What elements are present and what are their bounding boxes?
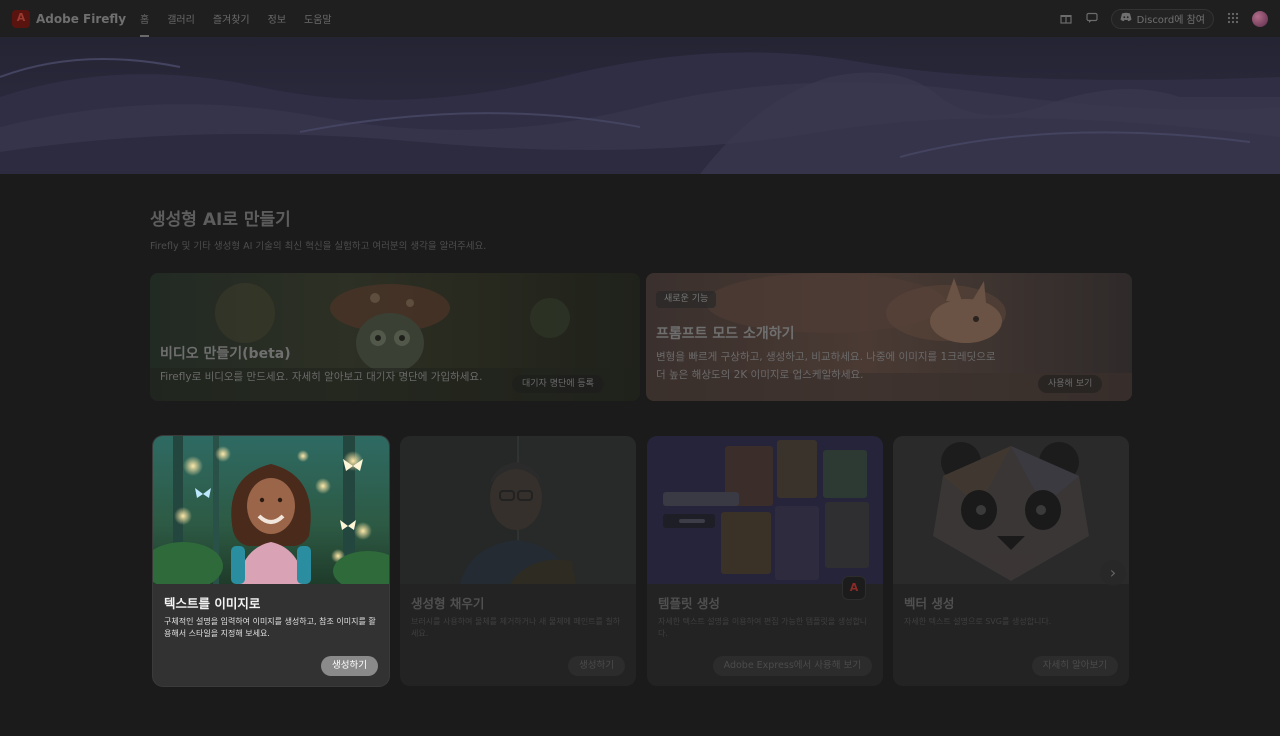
promo-video-waitlist-button[interactable]: 대기자 명단에 등록 xyxy=(512,375,604,393)
feedback-icon[interactable] xyxy=(1085,12,1099,26)
feature-card-text-to-image[interactable]: 텍스트를 이미지로 구체적인 설명을 입력하여 이미지를 생성하고, 참조 이미… xyxy=(153,436,389,686)
card-description: 자세한 텍스트 설명으로 SVG를 생성합니다. xyxy=(904,617,1052,626)
generate-button[interactable]: 생성하기 xyxy=(321,656,378,676)
feature-card-template[interactable]: 템플릿 생성 자세한 텍스트 설명을 이용하여 편집 가능한 템플릿을 생성합니… xyxy=(647,436,883,686)
feature-card-generative-fill[interactable]: 생성형 채우기 브러시를 사용하여 물체를 제거하거나 새 물체에 페인트를 칠… xyxy=(400,436,636,686)
promo-video-desc: Firefly로 비디오를 만드세요. 자세히 알아보고 대기자 명단에 가입하… xyxy=(160,371,483,383)
nav-home[interactable]: 홈 xyxy=(140,11,150,37)
card-title: 생성형 채우기 xyxy=(411,596,485,611)
brand-logo[interactable]: Adobe Firefly xyxy=(12,9,132,28)
adobe-logo-icon xyxy=(12,9,30,28)
discord-icon xyxy=(1120,12,1132,25)
hero-wave-art xyxy=(0,52,1280,174)
apps-grid-icon[interactable] xyxy=(1226,12,1240,26)
card-title: 벡터 생성 xyxy=(904,596,955,611)
promo-prompt-try-button[interactable]: 사용해 보기 xyxy=(1038,375,1103,393)
hero-banner xyxy=(0,37,1280,174)
header-tools: Discord에 참여 xyxy=(1059,8,1268,29)
promo-prompt-title: 프롬프트 모드 소개하기 xyxy=(656,326,795,342)
card-title: 텍스트를 이미지로 xyxy=(164,596,261,611)
try-in-express-button[interactable]: Adobe Express에서 사용해 보기 xyxy=(712,656,872,676)
adobe-express-icon: A xyxy=(842,576,866,600)
gift-icon[interactable] xyxy=(1059,12,1073,26)
carousel-next-button[interactable]: › xyxy=(1100,560,1126,586)
template-thumbnail xyxy=(647,436,883,584)
section-subtitle: Firefly 및 기타 생성형 AI 기술의 최신 혁신을 실험하고 여러분의… xyxy=(150,241,487,252)
card-description: 구체적인 설명을 입력하여 이미지를 생성하고, 참조 이미지를 활용해서 스타… xyxy=(164,617,376,638)
card-description: 브러시를 사용하여 물체를 제거하거나 새 물체에 페인트를 칠하세요. xyxy=(411,617,621,638)
chevron-right-icon: › xyxy=(1109,563,1117,582)
promo-prompt-desc-line1: 변형을 빠르게 구상하고, 생성하고, 비교하세요. 나중에 이미지를 1크레딧… xyxy=(656,351,996,363)
discord-label: Discord에 참여 xyxy=(1136,15,1205,26)
nav-help[interactable]: 도움말 xyxy=(304,11,332,26)
section-title: 생성형 AI로 만들기 xyxy=(150,210,291,230)
new-feature-badge: 새로운 기능 xyxy=(656,291,717,308)
card-title: 템플릿 생성 xyxy=(658,596,720,611)
nav-gallery[interactable]: 갤러리 xyxy=(167,11,195,26)
nav-about[interactable]: 정보 xyxy=(268,11,286,26)
discord-join-button[interactable]: Discord에 참여 xyxy=(1110,8,1214,29)
generative-fill-thumbnail xyxy=(400,436,636,584)
promo-prompt-desc-line2: 더 높은 해상도의 2K 이미지로 업스케일하세요. xyxy=(656,369,864,381)
feature-card-vector[interactable]: 벡터 생성 자세한 텍스트 설명으로 SVG를 생성합니다. 자세히 알아보기 xyxy=(893,436,1129,686)
generate-button[interactable]: 생성하기 xyxy=(568,656,625,676)
promo-video-title: 비디오 만들기(beta) xyxy=(160,346,291,362)
top-bar: Adobe Firefly 홈 갤러리 즐겨찾기 정보 도움말 Discord에… xyxy=(0,0,1280,37)
text-to-image-thumbnail xyxy=(153,436,389,584)
vector-thumbnail xyxy=(893,436,1129,584)
card-description: 자세한 텍스트 설명을 이용하여 편집 가능한 템플릿을 생성합니다. xyxy=(658,617,868,638)
promo-card-video[interactable]: 비디오 만들기(beta) Firefly로 비디오를 만드세요. 자세히 알아… xyxy=(150,273,640,401)
user-avatar[interactable] xyxy=(1252,10,1268,27)
brand-name: Adobe Firefly xyxy=(36,11,127,26)
nav-favorites[interactable]: 즐겨찾기 xyxy=(213,11,250,26)
promo-card-prompt-mode[interactable]: 새로운 기능 프롬프트 모드 소개하기 변형을 빠르게 구상하고, 생성하고, … xyxy=(646,273,1132,401)
learn-more-button[interactable]: 자세히 알아보기 xyxy=(1031,656,1118,676)
main-nav: 홈 갤러리 즐겨찾기 정보 도움말 xyxy=(140,11,332,37)
